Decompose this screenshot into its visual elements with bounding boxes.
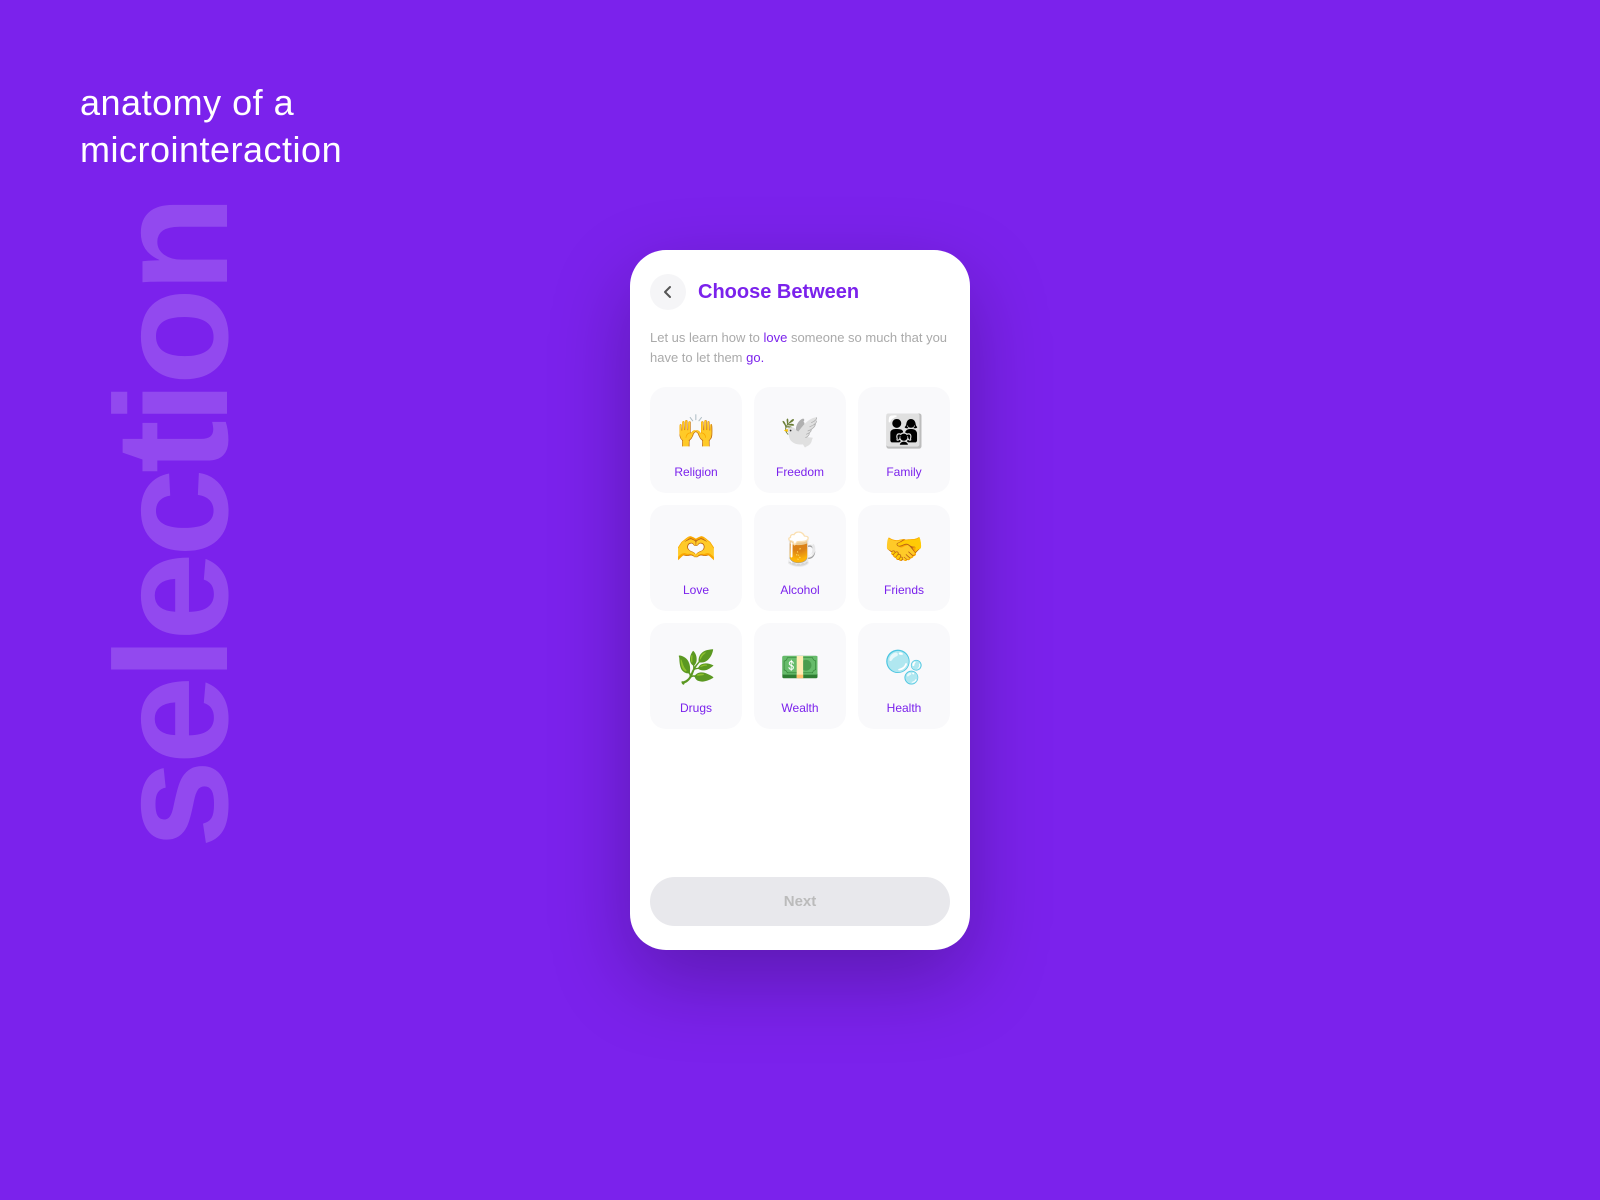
subtitle-go: go. xyxy=(746,350,764,365)
card-alcohol[interactable]: 🍺 Alcohol xyxy=(754,505,846,611)
card-wealth[interactable]: 💵 Wealth xyxy=(754,623,846,729)
card-friends[interactable]: 🤝 Friends xyxy=(858,505,950,611)
background-watermark: selection xyxy=(80,200,264,849)
icon-wealth: 💵 xyxy=(774,641,826,693)
header-row: Choose Between xyxy=(650,274,950,310)
icon-religion: 🙌 xyxy=(670,405,722,457)
card-religion[interactable]: 🙌 Religion xyxy=(650,387,742,493)
label-family: Family xyxy=(886,465,921,479)
background-heading: anatomy of a microinteraction xyxy=(80,80,342,174)
icon-friends: 🤝 xyxy=(878,523,930,575)
subtitle-love: love xyxy=(763,330,787,345)
subtitle: Let us learn how to love someone so much… xyxy=(650,328,950,367)
label-drugs: Drugs xyxy=(680,701,712,715)
label-alcohol: Alcohol xyxy=(780,583,819,597)
label-love: Love xyxy=(683,583,709,597)
card-drugs[interactable]: 🌿 Drugs xyxy=(650,623,742,729)
next-button[interactable]: Next xyxy=(650,877,950,926)
icon-freedom: 🕊️ xyxy=(774,405,826,457)
options-grid: 🙌 Religion 🕊️ Freedom 👨‍👩‍👧 Family 🫶 Love 🍺 Alcoh… xyxy=(650,387,950,729)
icon-health: 🫧 xyxy=(878,641,930,693)
label-religion: Religion xyxy=(674,465,717,479)
label-friends: Friends xyxy=(884,583,924,597)
card-health[interactable]: 🫧 Health xyxy=(858,623,950,729)
phone-card: Choose Between Let us learn how to love … xyxy=(630,250,970,950)
icon-drugs: 🌿 xyxy=(670,641,722,693)
icon-family: 👨‍👩‍👧 xyxy=(878,405,930,457)
card-freedom[interactable]: 🕊️ Freedom xyxy=(754,387,846,493)
page-title: Choose Between xyxy=(698,281,859,304)
back-button[interactable] xyxy=(650,274,686,310)
card-love[interactable]: 🫶 Love xyxy=(650,505,742,611)
icon-alcohol: 🍺 xyxy=(774,523,826,575)
back-icon xyxy=(661,285,675,299)
label-freedom: Freedom xyxy=(776,465,824,479)
label-health: Health xyxy=(887,701,922,715)
label-wealth: Wealth xyxy=(781,701,818,715)
icon-love: 🫶 xyxy=(670,523,722,575)
card-family[interactable]: 👨‍👩‍👧 Family xyxy=(858,387,950,493)
